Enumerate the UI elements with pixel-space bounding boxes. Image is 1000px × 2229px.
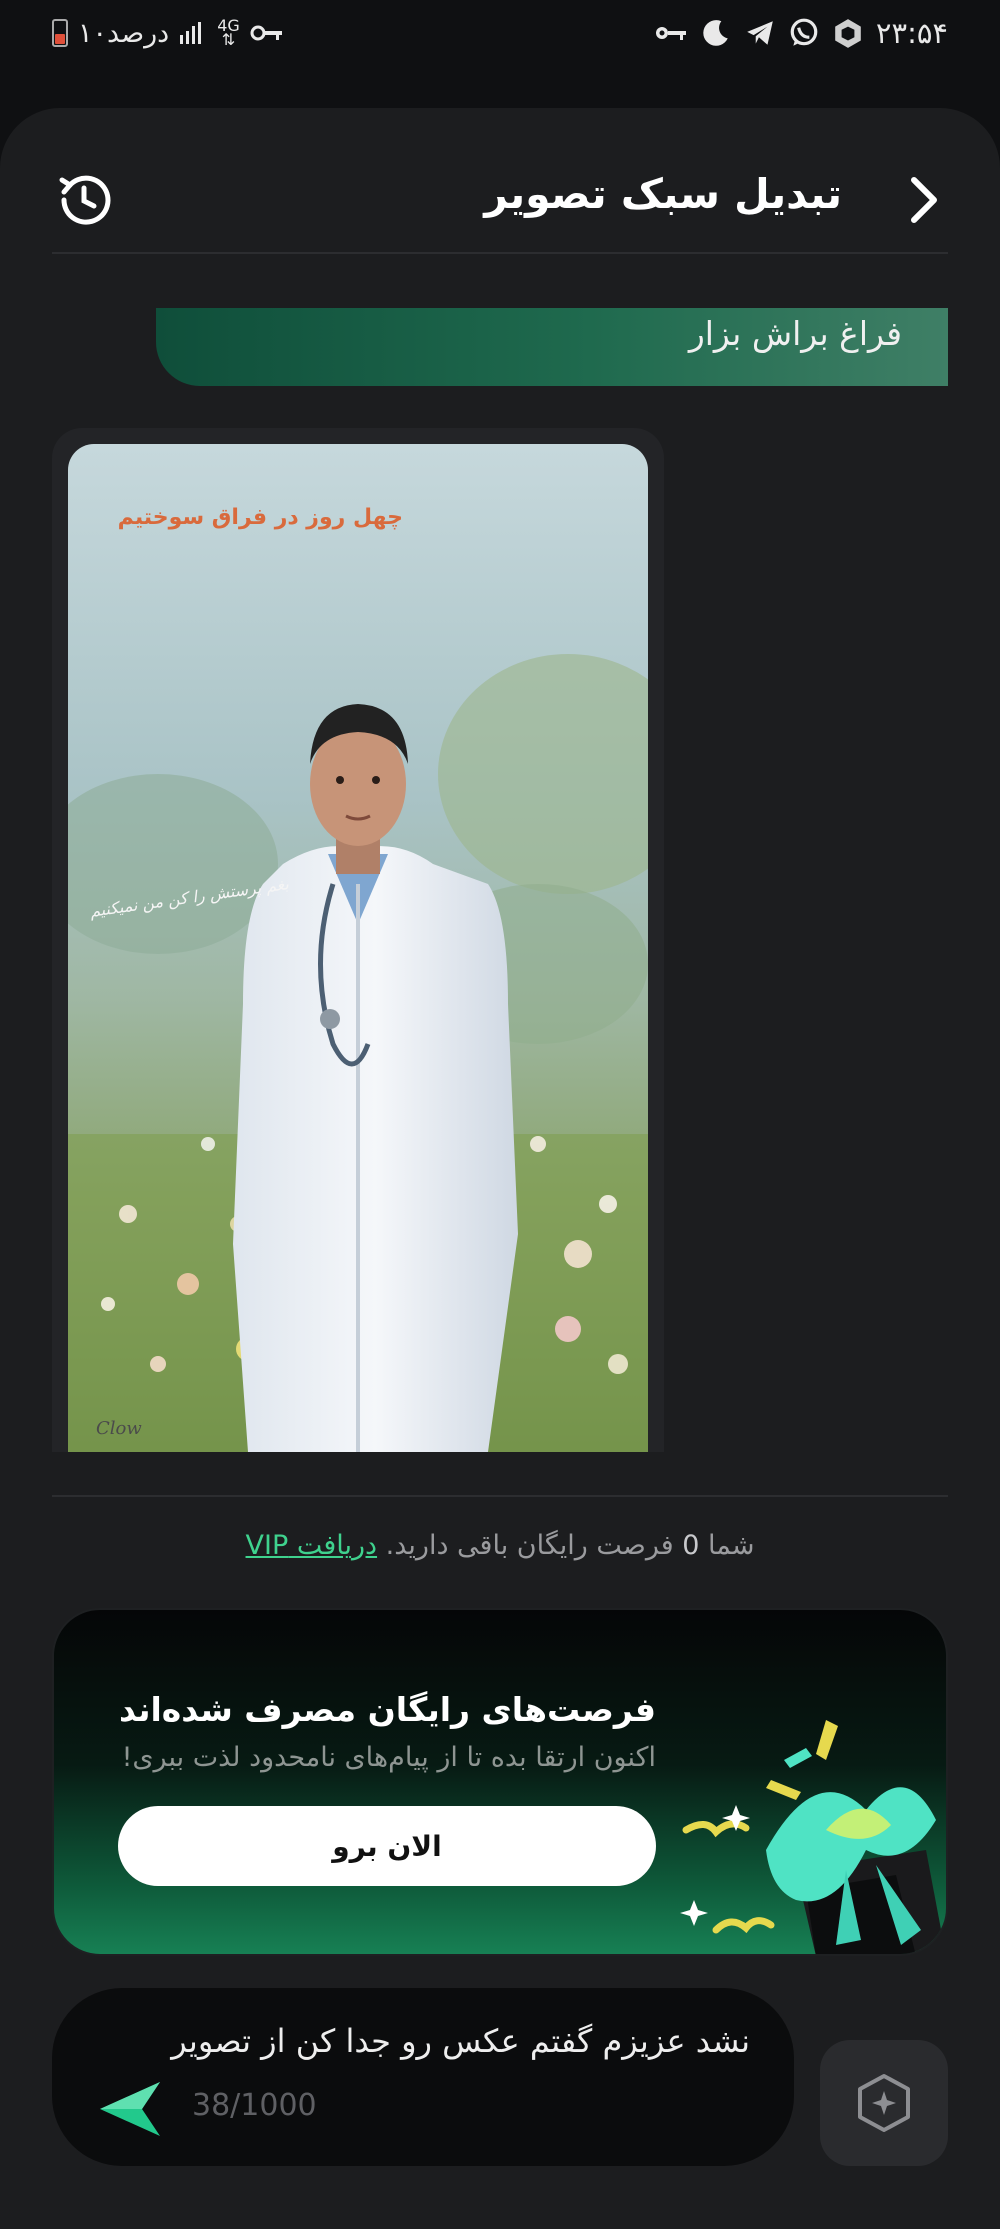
hexagon-app-icon (835, 19, 861, 48)
get-vip-link[interactable]: دریافت VIP (246, 1530, 378, 1561)
send-icon[interactable] (98, 2078, 162, 2140)
chevron-right-icon[interactable] (898, 168, 948, 232)
painting-illustration: چهل روز در فراق سوختیم بغم پرستش را کن م… (68, 444, 648, 1452)
quota-suffix: فرصت رایگان باقی دارید. (385, 1530, 674, 1561)
sparkle-cube-icon (858, 2074, 910, 2132)
battery-icon (52, 19, 68, 47)
header-divider (52, 252, 948, 254)
signal-icon (180, 22, 202, 44)
image-signature: Clow (96, 1418, 142, 1439)
user-message-text: فراغ براش بزار (688, 314, 902, 353)
key-icon (655, 27, 686, 40)
char-counter: 38/1000 (192, 2088, 317, 2123)
status-right: ۲۳:۵۴ (654, 14, 948, 52)
header: تبدیل سبک تصویر (52, 158, 948, 258)
user-message-bubble: فراغ براش بزار (156, 308, 948, 386)
battery-text: ۱۰درصد (78, 17, 170, 49)
history-icon[interactable] (52, 168, 116, 232)
generated-image[interactable]: چهل روز در فراق سوختیم بغم پرستش را کن م… (68, 444, 648, 1452)
page-title: تبدیل سبک تصویر (484, 170, 842, 218)
message-composer[interactable]: نشد عزیزم گفتم عکس رو جدا کن از تصویر 38… (52, 1988, 794, 2166)
status-time: ۲۳:۵۴ (875, 16, 948, 50)
vpn-key-icon (250, 25, 282, 41)
main-panel: تبدیل سبک تصویر فراغ براش بزار چهل روز د… (0, 108, 1000, 2229)
promo-subtitle: اکنون ارتقا بده تا از پیام‌های نامحدود ل… (121, 1742, 656, 1773)
telegram-icon (747, 21, 773, 45)
quota-count: 0 (682, 1530, 700, 1561)
moon-icon (703, 20, 728, 46)
magic-style-button[interactable] (820, 2040, 948, 2166)
whatsapp-icon (790, 18, 818, 46)
quota-prefix: شما (708, 1530, 755, 1561)
go-now-button[interactable]: الان برو (118, 1806, 656, 1886)
image-caption-top: چهل روز در فراق سوختیم (118, 505, 403, 530)
network-4g-icon: 4G ⇅ (217, 16, 240, 49)
status-left: ۱۰درصد 4G ⇅ (52, 14, 284, 52)
free-quota-line: شما 0 فرصت رایگان باقی دارید. دریافت VIP (0, 1530, 1000, 1561)
generated-image-card[interactable]: چهل روز در فراق سوختیم بغم پرستش را کن م… (52, 428, 664, 1452)
gift-box-icon (680, 1720, 946, 1954)
composer-input[interactable]: نشد عزیزم گفتم عکس رو جدا کن از تصویر (171, 2022, 750, 2060)
status-bar: ۱۰درصد 4G ⇅ ۲۳:۵۴ (0, 0, 1000, 66)
promo-title: فرصت‌های رایگان مصرف شده‌اند (119, 1690, 656, 1729)
content-divider (52, 1495, 948, 1497)
upgrade-promo-card: فرصت‌های رایگان مصرف شده‌اند اکنون ارتقا… (52, 1608, 948, 1956)
